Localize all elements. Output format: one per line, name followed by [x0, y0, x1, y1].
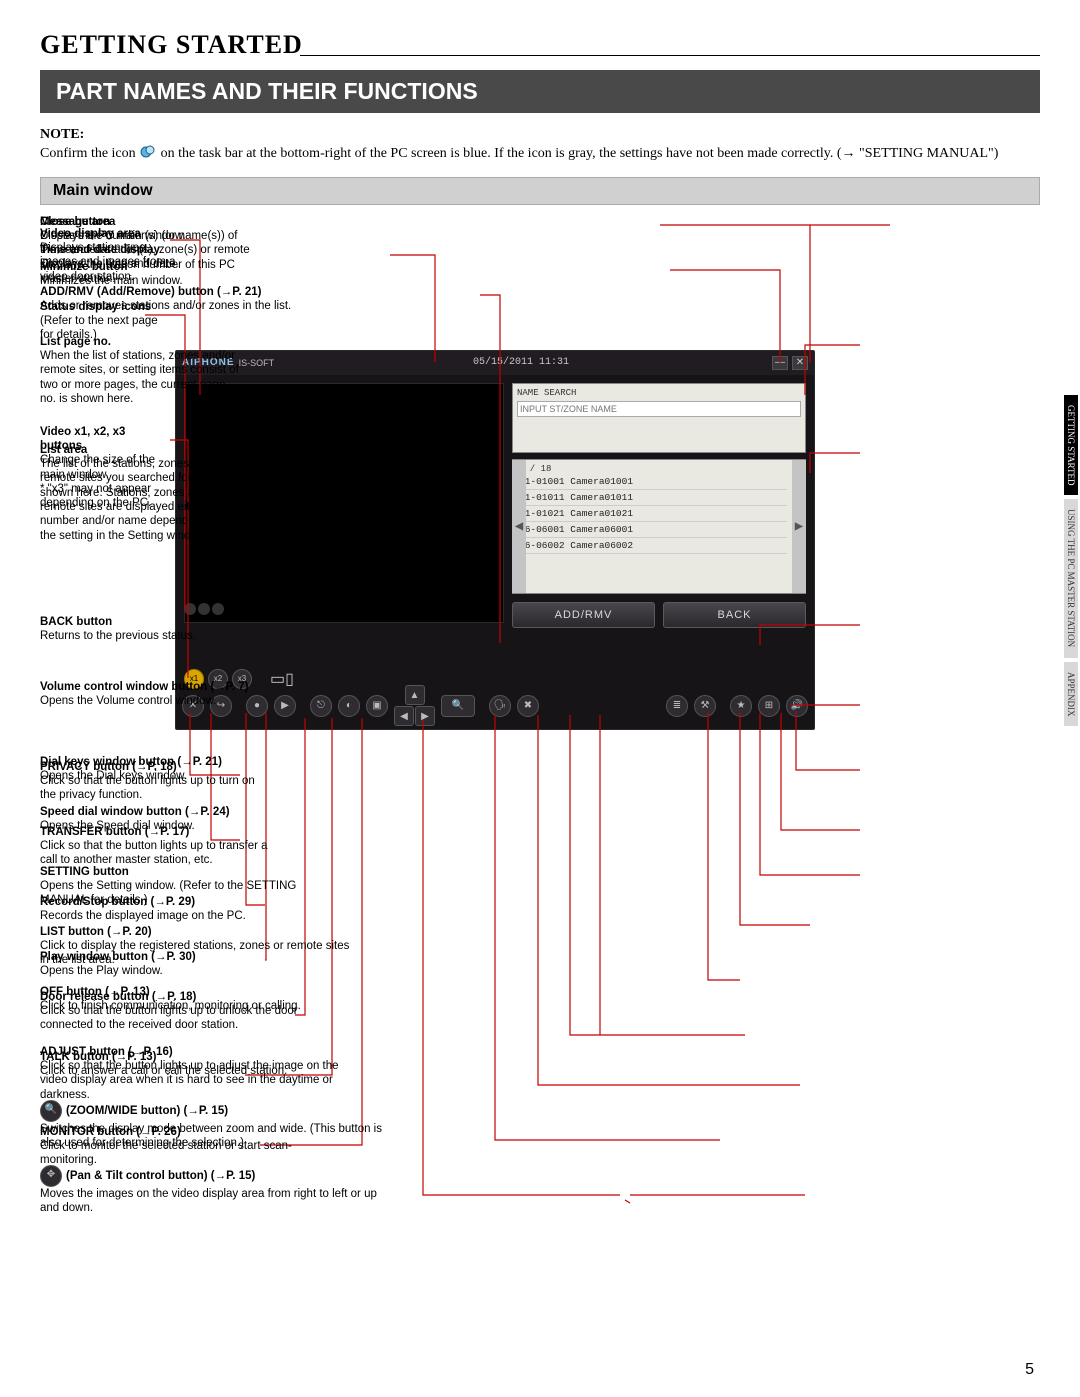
- callout-play: Play window button (→P. 30)Opens the Pla…: [40, 950, 280, 979]
- side-tab[interactable]: GETTING STARTED: [1064, 395, 1078, 495]
- callout-back: BACK buttonReturns to the previous statu…: [40, 615, 220, 644]
- taskbar-icon: [139, 145, 157, 159]
- callout-monitor: MONITOR button (→P. 26)Click to monitor …: [40, 1125, 330, 1168]
- callout-adjust: ADJUST button (→P. 16)Click so that the …: [40, 1045, 360, 1103]
- page-number: 5: [1025, 1361, 1034, 1379]
- callout-addrmv: ADD/RMV (Add/Remove) button (→P. 21)Adds…: [40, 285, 300, 314]
- header-rule: [300, 55, 1040, 56]
- callout-door: Door release button (→P. 18)Click so tha…: [40, 990, 350, 1033]
- note-text-after: on the task bar at the bottom-right of t…: [161, 146, 999, 161]
- side-tabs: GETTING STARTED USING THE PC MASTER STAT…: [1064, 395, 1078, 726]
- side-tab[interactable]: APPENDIX: [1064, 662, 1078, 727]
- note-text-before: Confirm the icon: [40, 146, 139, 161]
- callout-volume: Volume control window button (→P. 7)Open…: [40, 680, 270, 709]
- side-tab[interactable]: USING THE PC MASTER STATION: [1064, 499, 1078, 657]
- callout-message-area: Message areaDisplays the number(s) (or n…: [40, 215, 250, 287]
- callout-transfer: TRANSFER button (→P. 17)Click so that th…: [40, 825, 280, 868]
- note-label: NOTE:: [40, 127, 1040, 143]
- note-text: Confirm the icon on the task bar at the …: [40, 145, 1040, 163]
- section-banner: PART NAMES AND THEIR FUNCTIONS: [40, 70, 1040, 113]
- callout-pantilt: ✥(Pan & Tilt control button) (→P. 15)Mov…: [40, 1165, 390, 1216]
- callout-record: Record/Stop button (→P. 29)Records the d…: [40, 895, 280, 924]
- callout-list-area: List areaThe list of the stations, zones…: [40, 443, 235, 544]
- callout-list-page: List page no.When the list of stations, …: [40, 335, 240, 407]
- callout-privacy: PRIVACY button (→P. 18)Click so that the…: [40, 760, 260, 803]
- subsection-title: Main window: [40, 177, 1040, 205]
